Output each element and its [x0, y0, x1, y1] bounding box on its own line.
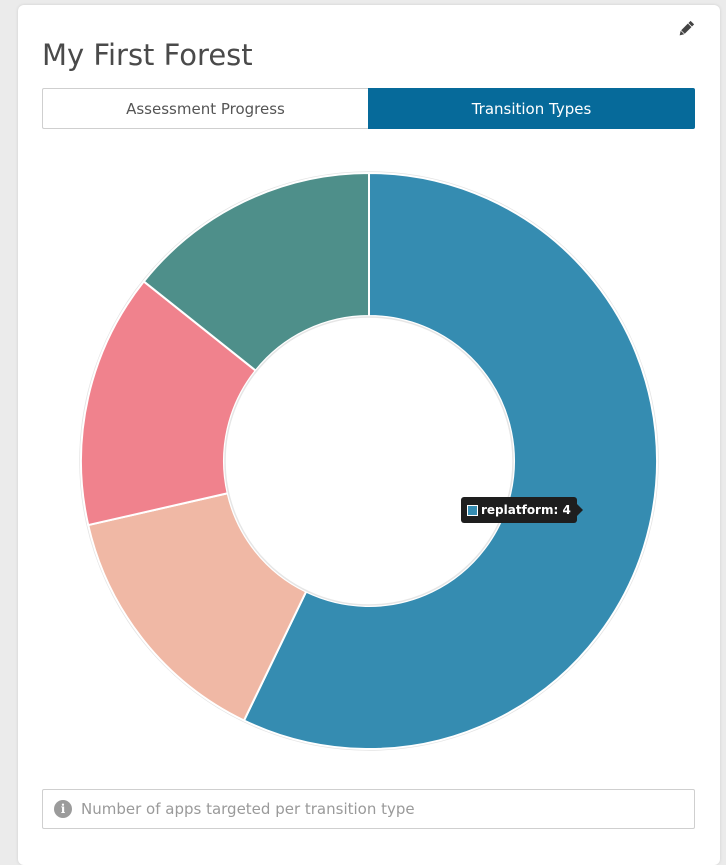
chart-description-text: Number of apps targeted per transition t… — [81, 800, 415, 818]
chart-description: i Number of apps targeted per transition… — [42, 789, 695, 829]
info-circle-icon: i — [54, 800, 72, 818]
donut-chart — [79, 171, 659, 751]
chart-tooltip: replatform: 4 — [461, 497, 583, 523]
tooltip-swatch — [467, 504, 478, 516]
tooltip-text: replatform: 4 — [481, 503, 571, 517]
donut-inner-rim — [224, 316, 514, 606]
